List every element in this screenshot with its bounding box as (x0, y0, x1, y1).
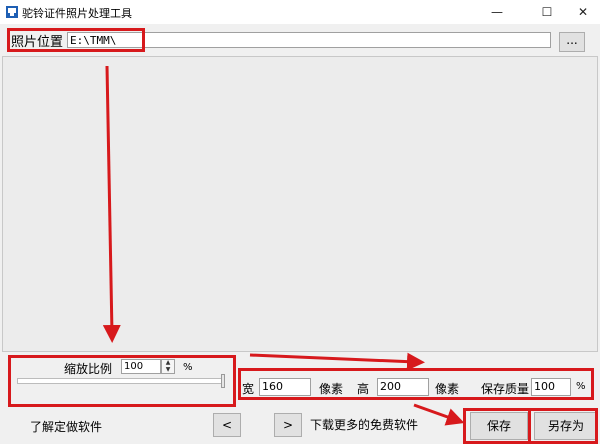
close-button[interactable]: ✕ (566, 0, 600, 24)
annotation-box-path (7, 28, 145, 52)
custom-software-link[interactable]: 了解定做软件 (30, 418, 102, 435)
minimize-button[interactable]: — (480, 0, 514, 24)
browse-button[interactable]: ... (559, 32, 585, 52)
close-icon: ✕ (577, 5, 589, 19)
next-button[interactable]: > (274, 413, 302, 437)
maximize-button[interactable]: ☐ (530, 0, 564, 24)
annotation-box-size (238, 368, 594, 400)
arrow-save (413, 403, 465, 426)
annotation-box-scale (8, 355, 236, 407)
maximize-icon: ☐ (541, 5, 553, 19)
annotation-box-divider (528, 408, 531, 444)
download-free-software-link[interactable]: 下载更多的免费软件 (310, 416, 418, 433)
prev-button[interactable]: < (213, 413, 241, 437)
arrow-right (249, 352, 425, 371)
photo-preview-area[interactable] (2, 56, 598, 352)
app-icon (6, 6, 18, 18)
window-title: 驼铃证件照片处理工具 (22, 7, 132, 20)
minimize-icon: — (491, 5, 503, 19)
